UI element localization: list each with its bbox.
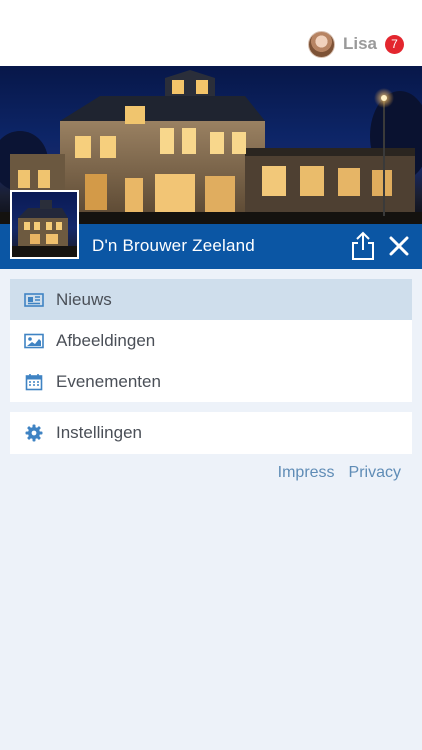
settings-menu: Instellingen — [10, 412, 412, 454]
menu-item-label: Instellingen — [56, 423, 143, 442]
user-name[interactable]: Lisa — [343, 34, 377, 54]
notification-badge[interactable]: 7 — [385, 34, 404, 54]
menu-item-label: Afbeeldingen — [56, 330, 156, 350]
venue-name: D'n Brouwer Zeeland — [92, 236, 255, 255]
menu-item-nieuws[interactable]: Nieuws — [10, 279, 412, 320]
venue-thumbnail — [10, 190, 79, 259]
menu-item-evenementen[interactable]: Evenementen — [10, 361, 412, 402]
menu-item-afbeeldingen[interactable]: Afbeeldingen — [10, 320, 412, 361]
impress-link[interactable]: Impress — [278, 464, 335, 482]
menu-item-label: Nieuws — [56, 289, 112, 309]
share-icon — [352, 231, 374, 260]
main-menu: Nieuws Afbeeldingen Evenementen — [10, 279, 412, 402]
image-icon — [24, 331, 44, 351]
menu-item-instellingen[interactable]: Instellingen — [10, 412, 412, 454]
close-icon — [389, 236, 409, 256]
footer-links: Impress Privacy — [278, 464, 401, 482]
close-button[interactable] — [386, 233, 412, 259]
calendar-icon — [24, 372, 44, 392]
menu-item-label: Evenementen — [56, 371, 161, 391]
newspaper-icon — [24, 290, 44, 310]
avatar[interactable] — [307, 30, 335, 58]
share-button[interactable] — [349, 230, 377, 262]
user-account[interactable]: Lisa 7 — [307, 29, 404, 59]
gear-icon — [24, 423, 44, 443]
privacy-link[interactable]: Privacy — [349, 464, 401, 482]
top-bar: Lisa 7 — [0, 0, 422, 66]
